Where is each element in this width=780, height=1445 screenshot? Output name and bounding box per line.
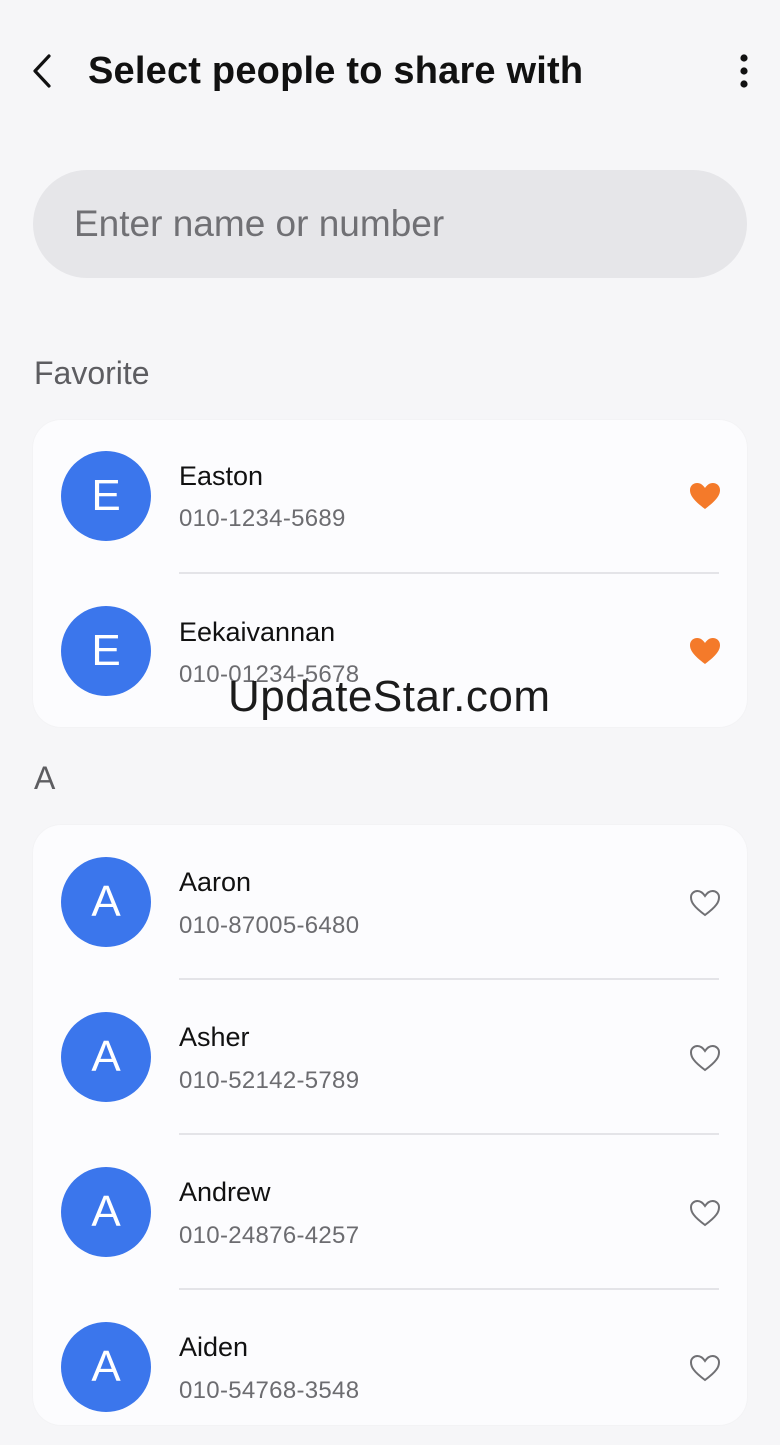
section-header-favorite: Favorite: [34, 355, 150, 391]
contact-name: Aaron: [179, 867, 252, 897]
avatar: A: [61, 1167, 151, 1257]
contact-row[interactable]: A Aiden 010-54768-3548: [33, 1290, 747, 1445]
contact-phone: 010-52142-5789: [179, 1067, 360, 1094]
contact-row[interactable]: A Andrew 010-24876-4257: [33, 1135, 747, 1290]
contact-phone: 010-54768-3548: [179, 1377, 360, 1404]
favorite-toggle[interactable]: [683, 629, 727, 673]
heart-outline-icon: [689, 1199, 721, 1227]
search-box: [33, 170, 747, 278]
contact-name: Eekaivannan: [179, 617, 336, 647]
contact-phone: 010-1234-5689: [179, 505, 346, 532]
heart-outline-icon: [689, 889, 721, 917]
avatar: E: [61, 451, 151, 541]
more-options-button[interactable]: [724, 48, 764, 94]
search-input[interactable]: [33, 170, 714, 278]
avatar: A: [61, 1322, 151, 1412]
avatar: E: [61, 606, 151, 696]
contact-name: Aiden: [179, 1332, 249, 1362]
favorite-toggle[interactable]: [683, 1036, 727, 1080]
favorite-toggle[interactable]: [683, 881, 727, 925]
back-button[interactable]: [22, 48, 62, 94]
contact-name: Andrew: [179, 1177, 271, 1207]
app-header: Select people to share with: [0, 0, 780, 140]
heart-filled-icon: [690, 638, 720, 664]
page-title: Select people to share with: [88, 50, 584, 92]
contact-row[interactable]: A Aaron 010-87005-6480: [33, 825, 747, 980]
row-divider: [179, 572, 719, 574]
contact-name: Easton: [179, 461, 264, 491]
chevron-left-icon: [33, 54, 51, 88]
contact-row[interactable]: E Easton 010-1234-5689: [33, 420, 747, 575]
heart-filled-icon: [690, 483, 720, 509]
contact-row[interactable]: A Asher 010-52142-5789: [33, 980, 747, 1135]
heart-outline-icon: [689, 1044, 721, 1072]
a-contacts-card: A Aaron 010-87005-6480 A Asher 010-52142…: [33, 825, 747, 1425]
avatar: A: [61, 1012, 151, 1102]
favorite-toggle[interactable]: [683, 1346, 727, 1390]
contact-name: Asher: [179, 1022, 250, 1052]
favorite-toggle[interactable]: [683, 1191, 727, 1235]
avatar: A: [61, 857, 151, 947]
section-header-a: A: [34, 760, 56, 796]
contact-phone: 010-24876-4257: [179, 1222, 360, 1249]
favorite-toggle[interactable]: [683, 474, 727, 518]
more-vertical-icon: [740, 54, 748, 88]
heart-outline-icon: [689, 1354, 721, 1382]
watermark-text: UpdateStar.com: [228, 672, 551, 721]
contact-phone: 010-87005-6480: [179, 912, 360, 939]
